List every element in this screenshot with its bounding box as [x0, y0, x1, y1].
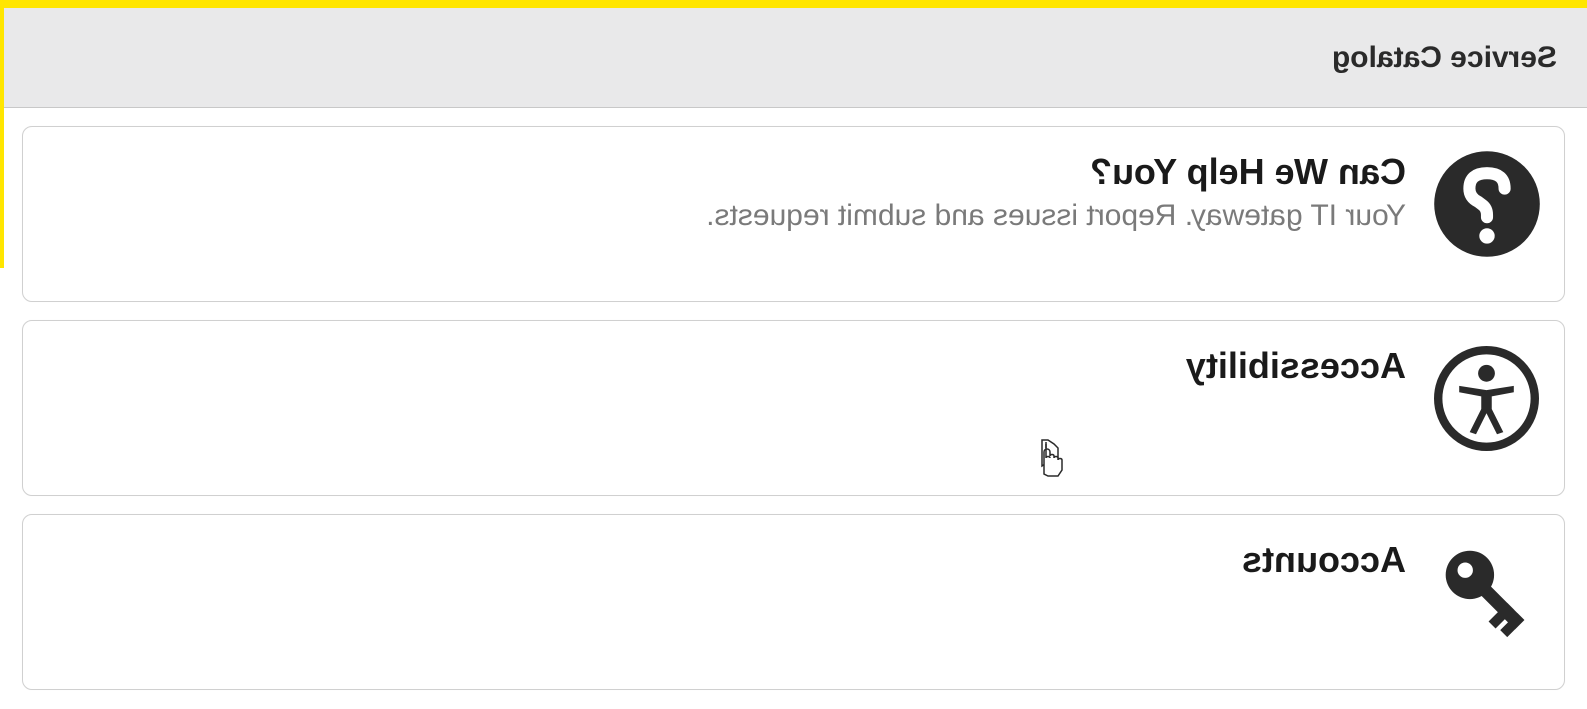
card-text: Accounts [1242, 537, 1406, 587]
content-area: Can We Help You? Your IT gateway. Report… [0, 108, 1587, 709]
card-text: Accessibility [1186, 343, 1406, 393]
card-accessibility[interactable]: Accessibility [22, 320, 1565, 496]
card-title: Accessibility [1186, 345, 1406, 387]
accessibility-icon [1432, 343, 1542, 453]
card-help[interactable]: Can We Help You? Your IT gateway. Report… [22, 126, 1565, 302]
card-title: Can We Help You? [706, 151, 1406, 193]
card-accounts[interactable]: Accounts [22, 514, 1565, 690]
question-icon [1432, 149, 1542, 259]
top-accent-bar [0, 0, 1587, 8]
header-bar: Service Catalog [0, 8, 1587, 108]
card-text: Can We Help You? Your IT gateway. Report… [706, 149, 1406, 233]
card-title: Accounts [1242, 539, 1406, 581]
key-icon [1432, 537, 1542, 647]
page-title: Service Catalog [1332, 41, 1557, 75]
card-description: Your IT gateway. Report issues and submi… [706, 199, 1406, 233]
